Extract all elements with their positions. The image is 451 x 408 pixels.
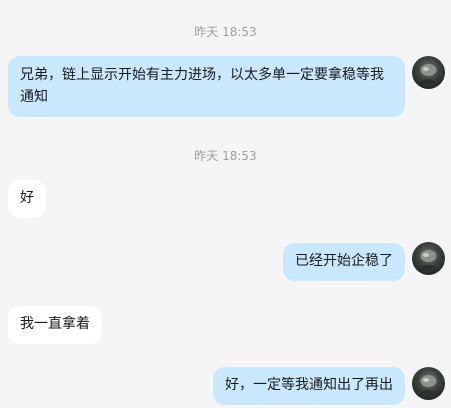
sent-message-bubble[interactable]: 好，一定等我通知出了再出	[213, 367, 405, 405]
received-message-bubble[interactable]: 我一直拿着	[8, 306, 102, 344]
received-message-bubble[interactable]: 好	[8, 180, 46, 218]
user-avatar-icon[interactable]	[412, 56, 445, 89]
message-timestamp: 昨天 18:53	[194, 25, 257, 39]
sent-message-bubble[interactable]: 已经开始企稳了	[283, 243, 405, 281]
user-avatar-icon[interactable]	[412, 242, 445, 275]
chat-window: 昨天 18:53 兄弟，链上显示开始有主力进场，以太多单一定要拿稳等我通知 昨天…	[0, 0, 451, 408]
user-avatar-icon[interactable]	[412, 367, 445, 400]
message-timestamp: 昨天 18:53	[194, 149, 257, 163]
sent-message-bubble[interactable]: 兄弟，链上显示开始有主力进场，以太多单一定要拿稳等我通知	[8, 56, 405, 117]
